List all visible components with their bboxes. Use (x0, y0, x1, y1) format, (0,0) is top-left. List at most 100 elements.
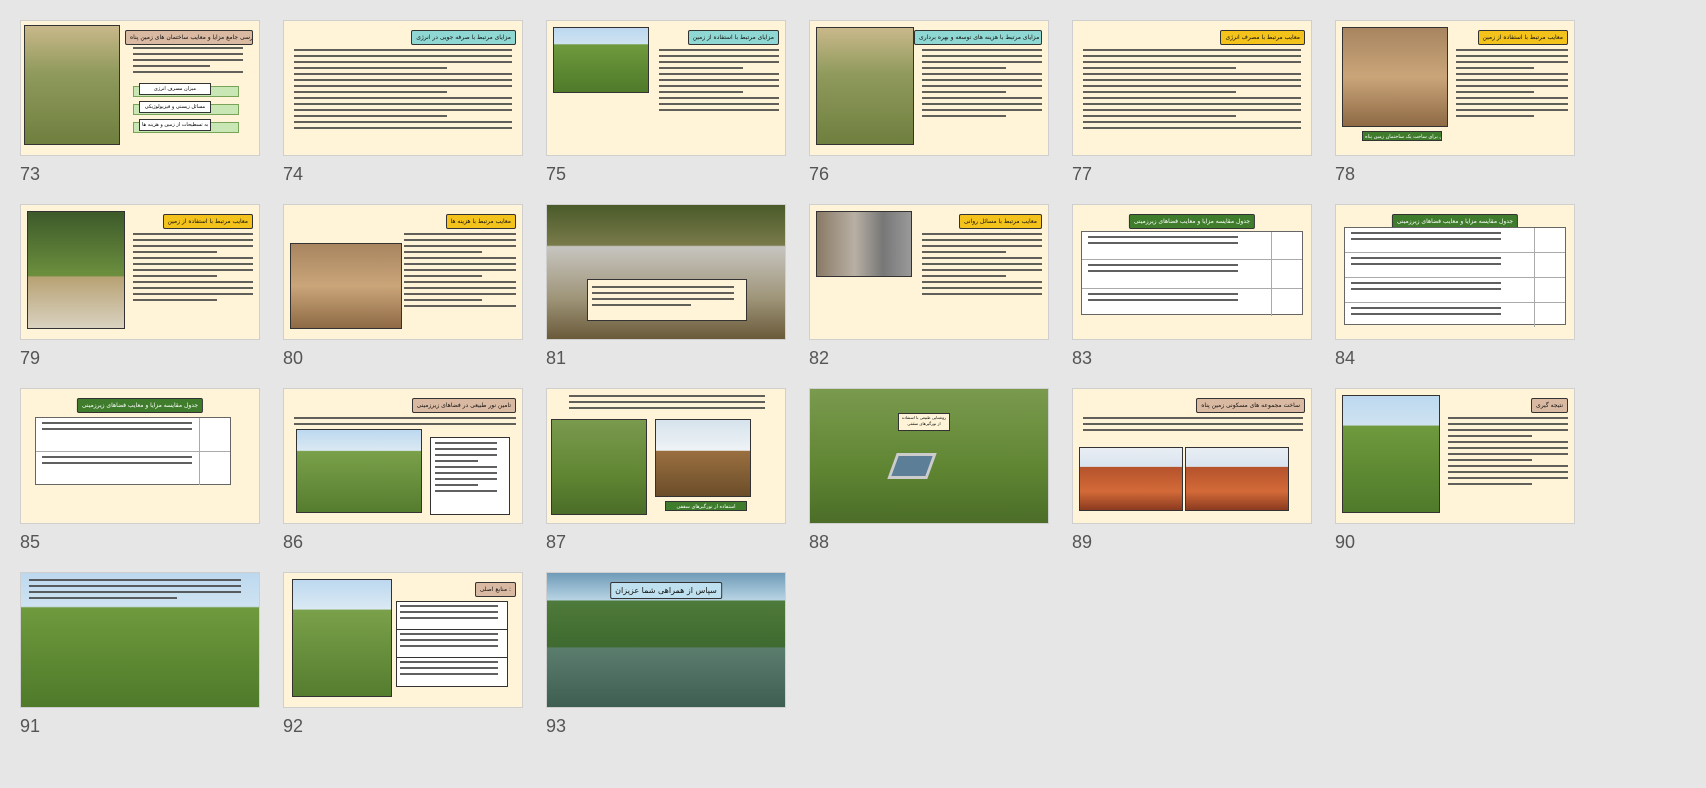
slide-thumbnail[interactable]: مزایای مرتبط با هزینه های توسعه و بهره ب… (809, 20, 1049, 156)
reference-box (396, 657, 508, 687)
slide-thumbnail[interactable] (20, 572, 260, 708)
slide-title: معایب مرتبط با مصرف انرژی (1220, 30, 1305, 45)
table-column-separator (1534, 253, 1535, 277)
slide-thumbnail-cell: بررسی جامع مزایا و معایب ساختمان های زمی… (20, 20, 262, 184)
slide-title: ساخت مجموعه های مسکونی زمین پناه (1196, 398, 1305, 413)
slide-photo (296, 429, 422, 513)
table-row (36, 418, 230, 452)
slide-thumbnail[interactable]: جدول مقایسه مزایا و معایب فضاهای زیرزمین… (20, 388, 260, 524)
slide-number: 93 (546, 716, 567, 736)
slide-thumbnail-cell: سپاس از همراهی شما عزیزان 93 (546, 572, 788, 736)
slide-number: 85 (20, 532, 41, 552)
table-column-separator (1271, 260, 1272, 288)
slide-number: 84 (1335, 348, 1356, 368)
slide-thumbnail[interactable]: معایب مرتبط با استفاده از زمین تجهیزات سن… (1335, 20, 1575, 156)
table-column-separator (199, 452, 200, 485)
table-cell-text (1351, 232, 1501, 244)
slide-thumbnail-cell: روشنایی طبیعی با استفاده از نورگیرهای سق… (809, 388, 1051, 552)
slide-thumbnail-cell: تامین نور طبیعی در فضاهای زیرزمینی 86 (283, 388, 525, 552)
slide-thumbnail[interactable]: معایب مرتبط با استفاده از زمین (20, 204, 260, 340)
photo-caption: استفاده از نورگیرهای سقفی (665, 501, 747, 511)
slide-thumbnail-cell: معایب مرتبط با مسائل روانی 82 (809, 204, 1051, 368)
slide-thumbnail[interactable]: تامین نور طبیعی در فضاهای زیرزمینی (283, 388, 523, 524)
slide-title: سپاس از همراهی شما عزیزان (610, 582, 722, 599)
diagram-box: مسائل مربوط به تسطیحات از زمین و هزینه ه… (139, 119, 211, 131)
slide-thumbnail-cell: منابع اصلی : 92 (283, 572, 525, 736)
comparison-table (1081, 231, 1303, 316)
slide-photo (1342, 395, 1440, 513)
slide-title: معایب مرتبط با استفاده از زمین (162, 214, 253, 229)
slide-title: منابع اصلی : (474, 582, 516, 597)
reference-box (396, 629, 508, 659)
slide-thumbnail[interactable]: نتیجه گیری (1335, 388, 1575, 524)
skylight (887, 453, 937, 479)
table-column-separator (1271, 288, 1272, 316)
table-row (1082, 288, 1302, 316)
slide-thumbnail[interactable]: معایب مرتبط با مسائل روانی (809, 204, 1049, 340)
slide-photo (1342, 27, 1448, 127)
slide-thumbnail[interactable]: مزایای مرتبط با صرفه جویی در انرژی (283, 20, 523, 156)
slide-number: 90 (1335, 532, 1356, 552)
table-column-separator (1271, 232, 1272, 260)
slide-thumbnail-cell: مزایای مرتبط با استفاده از زمین 75 (546, 20, 788, 184)
slide-text-block (294, 49, 512, 133)
slide-thumbnail-cell: نتیجه گیری 90 (1335, 388, 1577, 552)
slide-thumbnail[interactable]: روشنایی طبیعی با استفاده از نورگیرهای سق… (809, 388, 1049, 524)
slide-text-block (587, 279, 747, 321)
slide-text-block (133, 47, 243, 77)
slide-title: مزایای مرتبط با هزینه های توسعه و بهره ب… (914, 30, 1042, 45)
slide-photo (1079, 447, 1183, 511)
slide-photo (292, 579, 392, 697)
slide-thumbnail-cell: معایب مرتبط با استفاده از زمین تجهیزات سن… (1335, 20, 1577, 184)
slide-thumbnail[interactable] (546, 204, 786, 340)
slide-thumbnail-cell: مزایای مرتبط با هزینه های توسعه و بهره ب… (809, 20, 1051, 184)
table-row (1345, 303, 1565, 327)
table-cell-text (1351, 282, 1501, 294)
slide-photo (816, 211, 912, 277)
table-column-separator (1534, 278, 1535, 302)
slide-thumbnail-cell: 91 (20, 572, 262, 736)
table-row (1345, 253, 1565, 278)
slide-thumbnail[interactable]: جدول مقایسه مزایا و معایب فضاهای زیرزمین… (1072, 204, 1312, 340)
slide-thumbnail-cell: معایب مرتبط با هزینه ها 80 (283, 204, 525, 368)
table-row (36, 452, 230, 485)
slide-thumbnail[interactable]: معایب مرتبط با مصرف انرژی (1072, 20, 1312, 156)
slide-text-block (922, 49, 1042, 121)
slide-thumbnail[interactable]: ساخت مجموعه های مسکونی زمین پناه (1072, 388, 1312, 524)
slide-title: بررسی جامع مزایا و معایب ساختمان های زمی… (125, 30, 253, 45)
slide-thumbnail[interactable]: سپاس از همراهی شما عزیزان (546, 572, 786, 708)
comparison-table (1344, 227, 1566, 327)
slide-thumbnail[interactable]: استفاده از نورگیرهای سقفی (546, 388, 786, 524)
slide-number: 89 (1072, 532, 1093, 552)
slide-sorter-grid: بررسی جامع مزایا و معایب ساختمان های زمی… (0, 0, 1706, 788)
table-row (1082, 260, 1302, 289)
table-cell-text (42, 456, 192, 468)
slide-thumbnail-cell: جدول مقایسه مزایا و معایب فضاهای زیرزمین… (1072, 204, 1314, 368)
slide-thumbnail-cell: معایب مرتبط با استفاده از زمین 79 (20, 204, 262, 368)
slide-thumbnail-cell: معایب مرتبط با مصرف انرژی 77 (1072, 20, 1314, 184)
slide-photo (290, 243, 402, 329)
photo-caption: تجهیزات سنگین برای ساخت یک ساختمان زمین … (1362, 131, 1442, 141)
slide-thumbnail[interactable]: منابع اصلی : (283, 572, 523, 708)
slide-text-block (29, 579, 241, 603)
slide-thumbnail[interactable]: معایب مرتبط با هزینه ها (283, 204, 523, 340)
slide-thumbnail-cell: مزایای مرتبط با صرفه جویی در انرژی 74 (283, 20, 525, 184)
slide-thumbnail-cell: جدول مقایسه مزایا و معایب فضاهای زیرزمین… (1335, 204, 1577, 368)
table-row (1082, 232, 1302, 261)
slide-title: معایب مرتبط با هزینه ها (445, 214, 516, 229)
slide-thumbnail[interactable]: جدول مقایسه مزایا و معایب فضاهای زیرزمین… (1335, 204, 1575, 340)
table-cell-text (1351, 307, 1501, 319)
reference-box (396, 601, 508, 631)
slide-number: 82 (809, 348, 830, 368)
slide-photo (655, 419, 751, 497)
slide-number: 81 (546, 348, 567, 368)
table-row (1345, 228, 1565, 253)
slide-number: 79 (20, 348, 41, 368)
slide-thumbnail[interactable]: مزایای مرتبط با استفاده از زمین (546, 20, 786, 156)
slide-number: 83 (1072, 348, 1093, 368)
slide-number: 75 (546, 164, 567, 184)
slide-text-block (430, 437, 510, 515)
slide-thumbnail[interactable]: بررسی جامع مزایا و معایب ساختمان های زمی… (20, 20, 260, 156)
table-cell-text (1351, 257, 1501, 269)
slide-number: 87 (546, 532, 567, 552)
